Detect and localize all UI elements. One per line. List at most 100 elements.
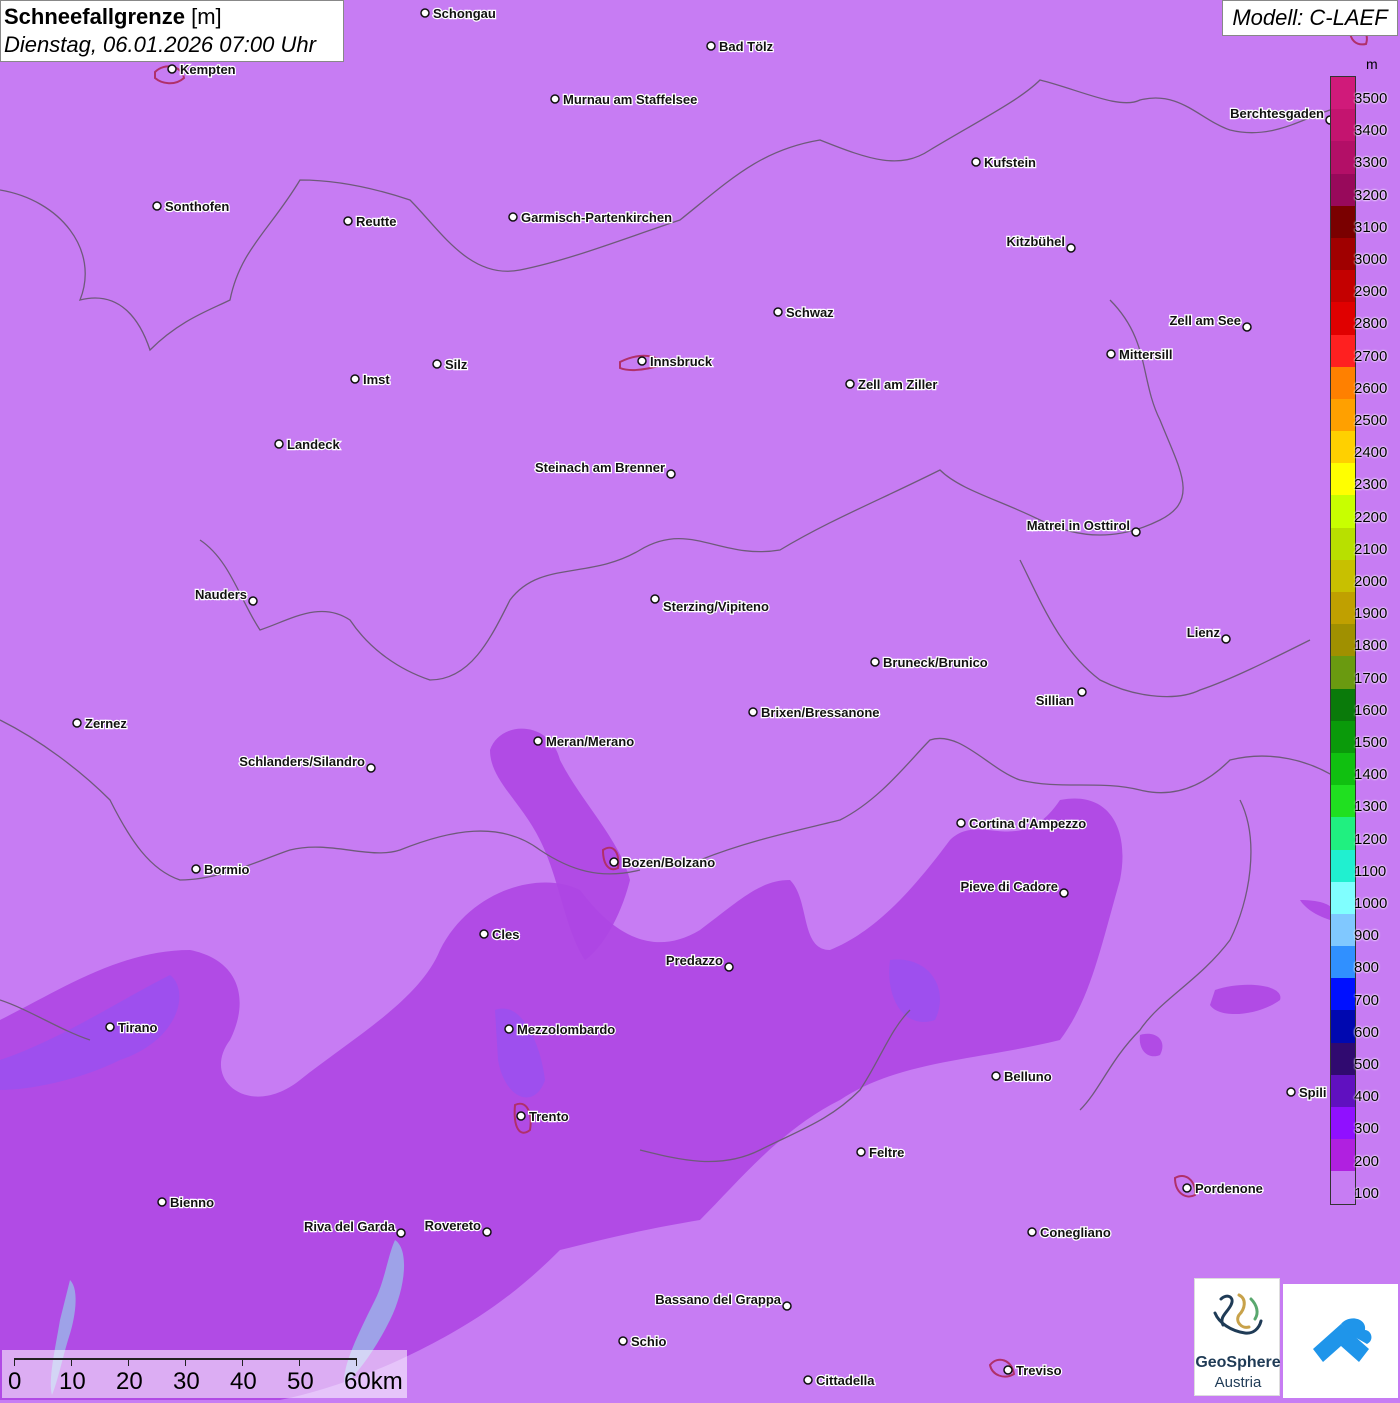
scale-tick xyxy=(242,1358,243,1366)
city-marker xyxy=(782,1301,792,1311)
legend-label: 2500 xyxy=(1354,412,1388,429)
city-label: Belluno xyxy=(1004,1069,1052,1084)
legend-label: 1300 xyxy=(1354,798,1388,816)
legend-color-cell xyxy=(1331,946,1355,979)
legend-label: 700 xyxy=(1354,991,1380,1009)
legend: m 3500 3400 3300 3200 3100 3000 2900 2800 2700 26… xyxy=(1326,56,1400,1211)
city-label: Brixen/Bressanone xyxy=(761,705,880,720)
city-label: Pieve di Cadore xyxy=(960,879,1058,894)
legend-label: 2400 xyxy=(1354,444,1388,462)
legend-color-cell xyxy=(1331,1107,1355,1140)
city-label: Silz xyxy=(445,357,468,372)
legend-color-cell xyxy=(1331,978,1355,1011)
city-label: Kitzbühel xyxy=(1007,234,1066,249)
app-logo-icon xyxy=(1313,1318,1372,1362)
city-marker xyxy=(157,1197,167,1207)
legend-color-cell xyxy=(1331,592,1355,625)
legend-color-cell xyxy=(1331,237,1355,271)
legend-label: 2300 xyxy=(1354,476,1388,494)
legend-color-cell xyxy=(1331,656,1355,689)
city-marker xyxy=(1077,687,1087,697)
legend-label: 2900 xyxy=(1354,283,1388,301)
legend-colorbar xyxy=(1330,76,1356,1205)
legend-label: 3300 xyxy=(1354,154,1388,172)
legend-label: 300 xyxy=(1354,1120,1380,1138)
legend-color-cell xyxy=(1331,173,1355,206)
legend-label: 3000 xyxy=(1354,251,1388,268)
legend-label: 1000 xyxy=(1354,895,1388,912)
geosphere-text1: GeoSphere xyxy=(1195,1354,1281,1371)
city-marker xyxy=(152,201,162,211)
city-marker xyxy=(482,1227,492,1237)
city-marker xyxy=(432,359,442,369)
city-marker xyxy=(1059,888,1069,898)
model-label: Modell: C-LAEF xyxy=(1222,0,1398,36)
city-label: Rovereto xyxy=(425,1218,481,1233)
city-label: Matrei in Osttirol xyxy=(1027,518,1130,533)
title-datetime: Dienstag, 06.01.2026 07:00 Uhr xyxy=(4,32,316,57)
legend-color-cell xyxy=(1331,559,1355,592)
legend-color-cell xyxy=(1331,109,1355,142)
city-marker xyxy=(504,1024,514,1034)
city-label: Bruneck/Brunico xyxy=(883,655,988,670)
city-marker xyxy=(1242,322,1252,332)
legend-color-cell xyxy=(1331,527,1355,560)
city-label: Steinach am Brenner xyxy=(535,460,665,475)
city-label: Tirano xyxy=(118,1020,158,1035)
city-label: Conegliano xyxy=(1040,1225,1111,1240)
legend-label: 2700 xyxy=(1354,347,1388,365)
legend-color-cell xyxy=(1331,688,1355,721)
city-label: Innsbruck xyxy=(650,354,713,369)
city-marker xyxy=(248,596,258,606)
city-label: Mittersill xyxy=(1119,347,1172,362)
city-label: Trento xyxy=(529,1109,569,1124)
city-label: Mezzolombardo xyxy=(517,1022,615,1037)
legend-color-cell xyxy=(1331,1042,1355,1075)
city-marker xyxy=(1027,1227,1037,1237)
legend-label: 2000 xyxy=(1354,573,1388,590)
city-label: Treviso xyxy=(1016,1363,1062,1378)
legend-label: 1200 xyxy=(1354,830,1388,848)
city-label: Schwaz xyxy=(786,305,834,320)
city-marker xyxy=(350,374,360,384)
legend-label: 800 xyxy=(1354,959,1380,977)
city-label: Berchtesgaden xyxy=(1230,106,1324,121)
legend-color-cell xyxy=(1331,463,1355,496)
legend-unit: m xyxy=(1366,56,1378,72)
legend-color-cell xyxy=(1331,624,1355,657)
city-label: Garmisch-Partenkirchen xyxy=(521,210,672,225)
city-marker xyxy=(845,379,855,389)
legend-label: 2100 xyxy=(1354,540,1388,558)
city-label: Lienz xyxy=(1187,625,1221,640)
city-label: Schlanders/Silandro xyxy=(239,754,365,769)
snowline-map[interactable]: Schongau Kempten Bad Tölz Murnau am Staffel… xyxy=(0,0,1400,1400)
city-marker xyxy=(533,736,543,746)
scale-label: 0 xyxy=(8,1368,22,1395)
legend-color-cell xyxy=(1331,270,1355,303)
city-label: Bozen/Bolzano xyxy=(622,855,715,870)
geosphere-text2: Austria xyxy=(1214,1374,1262,1391)
city-marker xyxy=(516,1111,526,1121)
legend-color-cell xyxy=(1331,849,1355,882)
city-marker xyxy=(991,1071,1001,1081)
city-label: Meran/Merano xyxy=(546,734,634,749)
city-label: Murnau am Staffelsee xyxy=(563,92,697,107)
city-marker xyxy=(1286,1087,1296,1097)
city-marker xyxy=(956,818,966,828)
legend-color-cell xyxy=(1331,752,1355,786)
legend-color-cell xyxy=(1331,141,1355,174)
legend-label: 1900 xyxy=(1354,605,1388,623)
city-label: Bormio xyxy=(204,862,250,877)
city-marker xyxy=(508,212,518,222)
city-label: Bienno xyxy=(170,1195,214,1210)
legend-color-cell xyxy=(1331,1074,1355,1107)
legend-color-cell xyxy=(1331,720,1355,753)
city-marker xyxy=(1182,1183,1192,1193)
legend-label: 2600 xyxy=(1354,379,1388,397)
app-logo xyxy=(1283,1284,1398,1398)
city-label: Feltre xyxy=(869,1145,904,1160)
legend-label: 1800 xyxy=(1354,637,1388,655)
city-marker xyxy=(706,41,716,51)
legend-label: 100 xyxy=(1354,1184,1380,1202)
legend-label: 1700 xyxy=(1354,669,1388,687)
